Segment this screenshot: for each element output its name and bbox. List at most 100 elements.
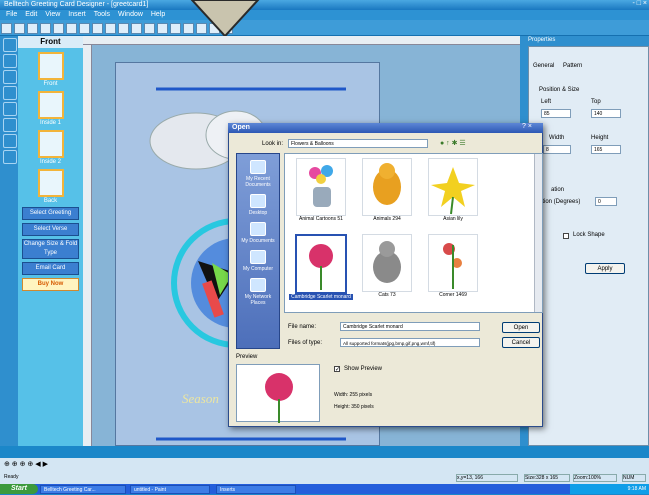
page-thumb-back[interactable] xyxy=(37,169,64,197)
main-toolbar xyxy=(0,20,649,36)
properties-panel: General Pattern Position & Size Left Top… xyxy=(528,46,649,446)
page-thumb-front[interactable] xyxy=(37,52,64,80)
dialog-title-controls[interactable]: ? × xyxy=(522,123,532,130)
select-verse-button[interactable]: Select Verse xyxy=(22,223,79,236)
menu-edit[interactable]: Edit xyxy=(25,11,37,18)
change-size-button[interactable]: Change Size & Fold Type xyxy=(22,239,79,259)
width-label: Width xyxy=(549,135,565,141)
print-icon[interactable] xyxy=(105,23,116,34)
cancel-button[interactable]: Cancel xyxy=(502,337,540,348)
preview-height-text: Height: 350 pixels xyxy=(334,404,374,410)
list-item[interactable]: Corner 1469 xyxy=(421,234,485,298)
align-right-icon[interactable] xyxy=(170,23,181,34)
list-item[interactable]: Asian lily xyxy=(421,158,485,222)
rotation-field[interactable]: 0 xyxy=(595,197,617,206)
list-item[interactable]: Cambridge Scarlet monard xyxy=(289,234,353,300)
status-coords: x,y=13, 166 xyxy=(456,474,518,482)
look-in-select[interactable]: Flowers & Balloons xyxy=(288,139,428,148)
page-nav-icons[interactable]: ⊕ ⊕ ⊕ ⊕ ◀ ▶ xyxy=(4,460,48,468)
undo-icon[interactable] xyxy=(79,23,90,34)
properties-title: Properties xyxy=(528,37,556,43)
show-preview-checkbox[interactable]: ✓ xyxy=(334,366,340,373)
page-thumb-inside-2[interactable] xyxy=(37,130,64,158)
line-tool-icon[interactable] xyxy=(3,102,17,116)
place-desktop[interactable]: Desktop xyxy=(237,194,279,216)
page-thumb-inside-1[interactable] xyxy=(37,91,64,119)
top-field[interactable]: 140 xyxy=(591,109,621,118)
list-item[interactable]: Animals 294 xyxy=(355,158,419,222)
color-tool-icon[interactable] xyxy=(3,150,17,164)
save-icon[interactable] xyxy=(27,23,38,34)
menu-view[interactable]: View xyxy=(45,11,60,18)
cut-icon[interactable] xyxy=(40,23,51,34)
star-tool-icon[interactable] xyxy=(3,118,17,132)
page-thumb-label: Inside 1 xyxy=(39,120,61,126)
left-label: Left xyxy=(541,99,552,105)
align-left-icon[interactable] xyxy=(144,23,155,34)
file-type-select[interactable]: All supported formats(jpg,bmp,gif,png,wm… xyxy=(340,338,480,347)
menu-file[interactable]: File xyxy=(6,11,17,18)
open-icon[interactable] xyxy=(14,23,25,34)
menu-window[interactable]: Window xyxy=(118,11,143,18)
copy-icon[interactable] xyxy=(53,23,64,34)
open-button[interactable]: Open xyxy=(502,322,540,333)
position-size-label: Position & Size xyxy=(539,87,580,93)
select-tool-icon[interactable] xyxy=(3,38,17,52)
file-name-input[interactable]: Cambridge Scarlet monard xyxy=(340,322,480,331)
buy-now-button[interactable]: Buy Now xyxy=(22,278,79,291)
menu-help[interactable]: Help xyxy=(151,11,165,18)
dialog-nav-icons[interactable]: ● ↑ ✱ ☰ xyxy=(440,139,490,148)
place-network[interactable]: My Network Places xyxy=(237,278,279,306)
status-size: Size:328 x 165 xyxy=(524,474,570,482)
tab-pattern[interactable]: Pattern xyxy=(563,63,582,69)
pages-panel-title: Front xyxy=(18,36,83,48)
lock-shape-checkbox[interactable] xyxy=(563,233,569,239)
paste-icon[interactable] xyxy=(66,23,77,34)
left-field[interactable]: 85 xyxy=(541,109,571,118)
file-list-scrollbar[interactable] xyxy=(534,154,542,312)
place-recent[interactable]: My Recent Documents xyxy=(237,160,279,188)
place-documents[interactable]: My Documents xyxy=(237,222,279,244)
email-card-button[interactable]: Email Card xyxy=(22,262,79,275)
start-button[interactable]: Start xyxy=(0,484,38,494)
height-field[interactable]: 165 xyxy=(591,145,621,154)
width-field[interactable]: 8 xyxy=(543,145,571,154)
places-bar: My Recent Documents Desktop My Documents… xyxy=(236,153,280,349)
recent-documents-icon xyxy=(250,160,266,174)
preview-width-text: Width: 255 pixels xyxy=(334,392,373,398)
show-preview-label: Show Preview xyxy=(344,366,383,372)
card-season-text[interactable]: Season xyxy=(182,391,219,407)
drawing-tools xyxy=(0,36,18,446)
place-computer[interactable]: My Computer xyxy=(237,250,279,272)
pages-panel: Front Front Inside 1 Inside 2 Back Selec… xyxy=(18,36,83,446)
zoom-out-icon[interactable] xyxy=(131,23,142,34)
taskbar-item-greeting[interactable]: Belltech Greeting Car... xyxy=(40,485,126,494)
preview-image xyxy=(236,364,320,423)
my-documents-icon xyxy=(250,222,266,236)
app-title-bar: Belltech Greeting Card Designer - [greet… xyxy=(0,0,649,10)
tab-general[interactable]: General xyxy=(533,63,554,69)
apply-button[interactable]: Apply xyxy=(585,263,625,274)
taskbar-item-paint[interactable]: untitled - Paint xyxy=(130,485,210,494)
desktop-icon xyxy=(250,194,266,208)
text-tool-icon[interactable] xyxy=(3,54,17,68)
menu-tools[interactable]: Tools xyxy=(94,11,110,18)
rectangle-tool-icon[interactable] xyxy=(3,70,17,84)
select-greeting-button[interactable]: Select Greeting xyxy=(22,207,79,220)
align-center-icon[interactable] xyxy=(157,23,168,34)
ellipse-tool-icon[interactable] xyxy=(3,86,17,100)
menu-insert[interactable]: Insert xyxy=(68,11,86,18)
taskbar-item-inserts[interactable]: Inserts xyxy=(216,485,296,494)
list-item[interactable]: Animal Cartoons 51 xyxy=(289,158,353,222)
redo-icon[interactable] xyxy=(92,23,103,34)
list-item[interactable]: Cats 73 xyxy=(355,234,419,298)
image-tool-icon[interactable] xyxy=(3,134,17,148)
zoom-in-icon[interactable] xyxy=(118,23,129,34)
new-icon[interactable] xyxy=(1,23,12,34)
file-thumbnail xyxy=(428,158,478,216)
preview-label: Preview xyxy=(236,354,258,360)
file-list: Animal Cartoons 51 Animals 294 Asian lil… xyxy=(284,153,543,313)
file-type-label: Files of type: xyxy=(288,340,323,346)
window-controls[interactable]: - □ × xyxy=(632,0,647,7)
page-thumb-label: Inside 2 xyxy=(39,159,61,165)
